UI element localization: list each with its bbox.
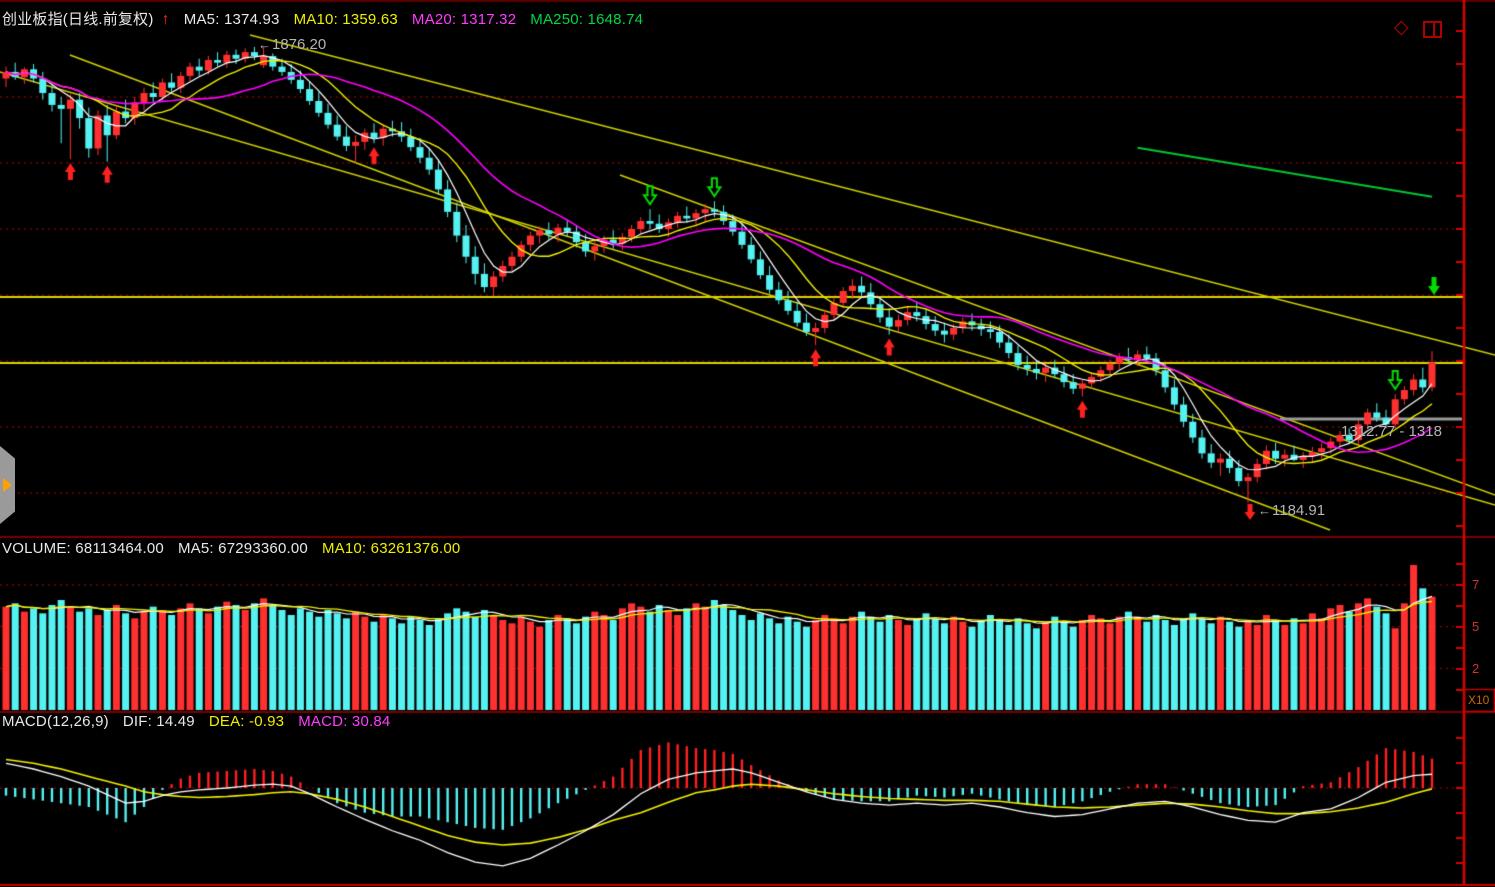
volume-ma10-value: MA10: 63261376.00 [322,540,461,557]
window-icon-bar [1433,23,1435,36]
high-price-label: ←1876.20 [258,36,326,53]
sidebar-expand-tab[interactable] [0,446,15,524]
chart-canvas[interactable] [0,0,1495,887]
volume-ma5-value: MA5: 67293360.00 [178,540,308,557]
volume-axis-label: 7 [1472,577,1479,592]
volume-panel-header: VOLUME: 68113464.00 MA5: 67293360.00 MA10:… [2,540,474,557]
diamond-icon[interactable]: ◇ [1394,18,1409,37]
range-tool-label: 1312.77 - 1318 [1341,423,1442,440]
dif-value: DIF: 14.49 [123,713,195,730]
dea-value: DEA: -0.93 [209,713,284,730]
chart-window: 创业板指(日线.前复权) ↑ MA5: 1374.93 MA10: 1359.63 MA… [0,0,1495,887]
left-arrow-icon: ← [1258,503,1271,518]
ma20-value: MA20: 1317.32 [412,11,516,28]
macd-value: MACD: 30.84 [298,713,390,730]
ma5-value: MA5: 1374.93 [184,11,280,28]
volume-unit-label: X10 [1468,693,1489,707]
expand-right-icon [3,478,12,492]
volume-axis-label: 5 [1472,619,1479,634]
ma250-value: MA250: 1648.74 [530,11,643,28]
ma10-value: MA10: 1359.63 [294,11,398,28]
macd-panel-header: MACD(12,26,9) DIF: 14.49 DEA: -0.93 MACD: 3… [2,713,404,730]
left-arrow-icon: ← [258,37,271,52]
volume-axis-label: 2 [1472,661,1479,676]
volume-value: VOLUME: 68113464.00 [2,540,164,557]
macd-name: MACD(12,26,9) [2,713,109,730]
window-icon[interactable] [1423,21,1442,38]
up-arrow-icon: ↑ [162,11,170,28]
low-price-label: ←1184.91 [1258,502,1325,519]
instrument-title: 创业板指(日线.前复权) [2,11,154,28]
price-panel-header: 创业板指(日线.前复权) ↑ MA5: 1374.93 MA10: 1359.63 MA… [2,8,657,29]
